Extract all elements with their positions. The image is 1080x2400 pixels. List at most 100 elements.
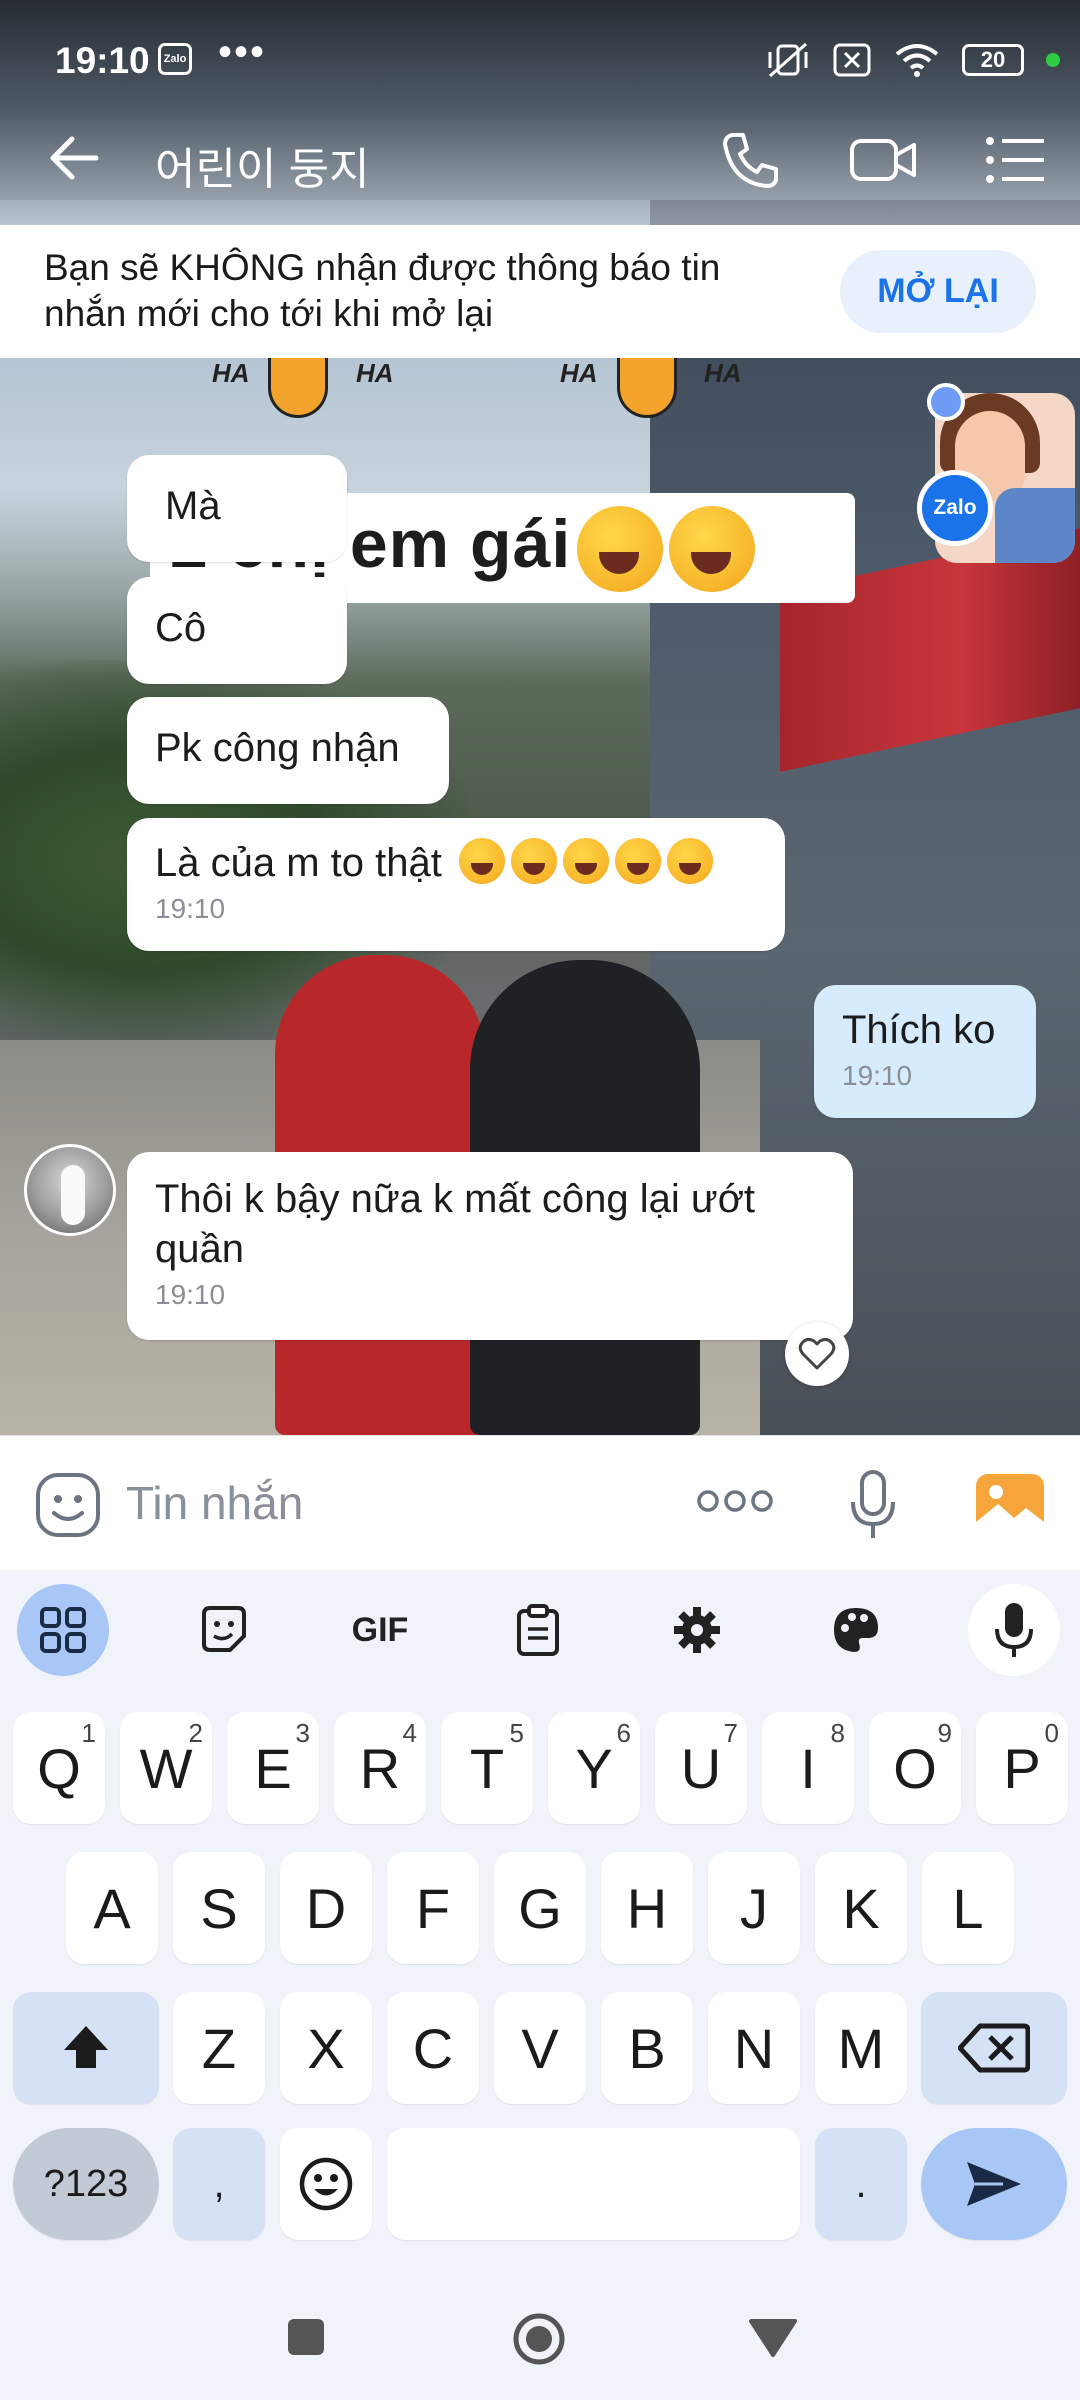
space-key[interactable]	[387, 2128, 800, 2240]
rofl-emoji-icon	[510, 838, 557, 884]
period-key[interactable]: .	[815, 2128, 907, 2240]
back-arrow-icon[interactable]	[40, 123, 110, 193]
keyboard-apps-icon[interactable]	[17, 1584, 109, 1676]
send-key[interactable]	[921, 2128, 1067, 2240]
key-b[interactable]: B	[601, 1992, 693, 2104]
message-bubble[interactable]: Là của m to thật 19:10	[127, 818, 785, 951]
phone-call-icon[interactable]	[716, 125, 786, 195]
react-heart-button[interactable]	[785, 1322, 849, 1386]
key-t[interactable]: T5	[441, 1712, 533, 1824]
chat-title[interactable]: 어린이 둥지	[155, 133, 370, 197]
rofl-emoji-icon	[614, 838, 661, 884]
status-bar: 19:10 Zalo ••• 20	[0, 0, 1080, 95]
recent-apps-icon[interactable]	[286, 2317, 326, 2357]
chat-head-indicator	[927, 383, 965, 421]
key-l[interactable]: L	[922, 1852, 1014, 1964]
rofl-emoji-icon	[577, 506, 664, 593]
video-call-icon[interactable]	[848, 125, 918, 195]
key-u[interactable]: U7	[655, 1712, 747, 1824]
message-input[interactable]: Tin nhắn	[126, 1476, 303, 1530]
key-j[interactable]: J	[708, 1852, 800, 1964]
key-q[interactable]: Q1	[13, 1712, 105, 1824]
message-bubble-outgoing[interactable]: Thích ko 19:10	[814, 985, 1036, 1118]
backspace-key[interactable]	[921, 1992, 1067, 2104]
privacy-indicator-dot	[1046, 53, 1060, 67]
sticker-emoji-icon[interactable]	[34, 1471, 102, 1539]
key-e[interactable]: E3	[227, 1712, 319, 1824]
heart-icon	[798, 1337, 836, 1370]
voice-input-icon[interactable]	[968, 1584, 1060, 1676]
symbols-key[interactable]: ?123	[13, 2128, 159, 2240]
emoji-key[interactable]	[280, 2128, 372, 2240]
key-n[interactable]: N	[708, 1992, 800, 2104]
keyboard-gif-button[interactable]: GIF	[334, 1584, 426, 1676]
message-text: Là của m to thật	[155, 841, 442, 885]
vibrate-off-icon	[768, 42, 808, 78]
chat-header: 어린이 둥지	[0, 95, 1080, 225]
comma-key[interactable]: ,	[173, 2128, 265, 2240]
microphone-icon[interactable]	[848, 1468, 898, 1542]
zalo-notification-icon: Zalo	[158, 43, 192, 75]
key-a[interactable]: A	[66, 1852, 158, 1964]
more-options-icon[interactable]	[696, 1486, 774, 1516]
menu-list-icon[interactable]	[980, 125, 1050, 195]
key-w[interactable]: W2	[120, 1712, 212, 1824]
key-i[interactable]: I8	[762, 1712, 854, 1824]
unmute-button[interactable]: MỞ LẠI	[840, 250, 1036, 333]
key-o[interactable]: O9	[869, 1712, 961, 1824]
key-c[interactable]: C	[387, 1992, 479, 2104]
back-nav-icon[interactable]	[748, 2318, 798, 2358]
message-time: 19:10	[155, 893, 226, 924]
key-v[interactable]: V	[494, 1992, 586, 2104]
key-p[interactable]: P0	[976, 1712, 1068, 1824]
rofl-emoji-icon	[458, 838, 505, 884]
key-x[interactable]: X	[280, 1992, 372, 2104]
theme-palette-icon[interactable]	[810, 1584, 902, 1676]
shift-key[interactable]	[13, 1992, 159, 2104]
rofl-emoji-icon	[666, 838, 713, 884]
clipboard-icon[interactable]	[492, 1584, 584, 1676]
image-gallery-icon[interactable]	[974, 1472, 1046, 1536]
chat-head-dress	[995, 488, 1075, 563]
zalo-badge-icon: Zalo	[917, 470, 993, 546]
sticker-text: HA	[356, 358, 394, 388]
message-time: 19:10	[155, 1279, 226, 1310]
message-bubble[interactable]: Pk công nhận	[127, 697, 449, 804]
key-g[interactable]: G	[494, 1852, 586, 1964]
home-icon[interactable]	[512, 2312, 566, 2366]
settings-gear-icon[interactable]	[651, 1584, 743, 1676]
emoji-smile-icon	[299, 2157, 353, 2211]
sticker-text: HA	[560, 358, 598, 388]
more-notifications-icon: •••	[218, 30, 267, 74]
on-screen-keyboard: GIF Q1 W2 E3 R4 T5 Y6 U7 I8 O9 P0 A S D …	[0, 1570, 1080, 2270]
rofl-emoji-icon	[562, 838, 609, 884]
message-bubble[interactable]: Cô	[127, 577, 347, 684]
shift-arrow-icon	[64, 2026, 108, 2068]
battery-icon: 20	[962, 44, 1024, 76]
message-bubble[interactable]: Mà	[127, 455, 347, 562]
message-bubble[interactable]: Thôi k bậy nữa k mất công lại ướt quần 1…	[127, 1152, 853, 1340]
message-composer: Tin nhắn	[0, 1435, 1080, 1570]
system-navigation-bar	[0, 2270, 1080, 2400]
rofl-emoji-icon	[669, 506, 756, 593]
muted-notice-text: Bạn sẽ KHÔNG nhận được thông báo tin nhắ…	[44, 247, 721, 334]
key-h[interactable]: H	[601, 1852, 693, 1964]
status-time: 19:10	[55, 40, 150, 81]
keyboard-sticker-icon[interactable]	[178, 1584, 270, 1676]
key-k[interactable]: K	[815, 1852, 907, 1964]
key-d[interactable]: D	[280, 1852, 372, 1964]
status-icons: 20	[766, 40, 1060, 80]
key-r[interactable]: R4	[334, 1712, 426, 1824]
key-s[interactable]: S	[173, 1852, 265, 1964]
muted-notice-bar: Bạn sẽ KHÔNG nhận được thông báo tin nhắ…	[0, 225, 1080, 358]
sender-avatar[interactable]	[24, 1144, 116, 1236]
key-f[interactable]: F	[387, 1852, 479, 1964]
key-m[interactable]: M	[815, 1992, 907, 2104]
message-text: Mà	[165, 484, 221, 528]
avatar-figure	[61, 1165, 85, 1225]
key-z[interactable]: Z	[173, 1992, 265, 2104]
key-y[interactable]: Y6	[548, 1712, 640, 1824]
message-text: Cô	[155, 606, 207, 650]
backspace-icon	[958, 2023, 1030, 2073]
message-time: 19:10	[842, 1060, 913, 1091]
